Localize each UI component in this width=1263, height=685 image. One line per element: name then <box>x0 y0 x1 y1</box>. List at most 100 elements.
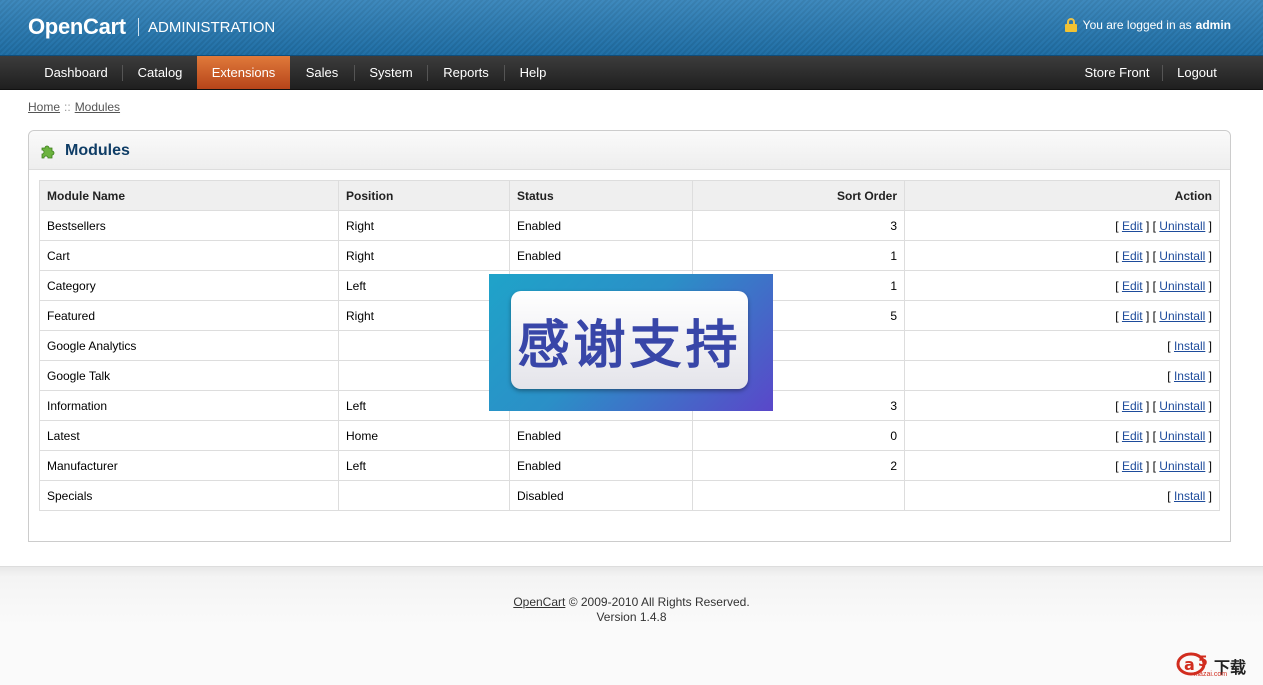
cell-action: [ Edit ] [ Uninstall ] <box>904 210 1220 241</box>
cell-sort-order: 0 <box>692 420 905 451</box>
edit-link[interactable]: Edit <box>1122 279 1143 293</box>
cell-position: Left <box>338 450 510 481</box>
admin-subtitle: ADMINISTRATION <box>148 19 276 36</box>
cell-position: Right <box>338 300 510 331</box>
uninstall-link[interactable]: Uninstall <box>1159 219 1205 233</box>
menu-logout[interactable]: Logout <box>1163 56 1231 89</box>
table-row: Manufacturer Left Enabled 2[ Edit ] [ Unins… <box>39 450 1220 481</box>
cell-module-name: Google Talk <box>39 360 339 391</box>
table-header-row: Module Name Position Status Sort Order A… <box>39 180 1220 211</box>
opencart-logo[interactable]: OpenCart <box>28 14 126 40</box>
cell-status: Enabled <box>509 240 693 271</box>
footer-version: Version 1.4.8 <box>596 610 667 624</box>
install-link[interactable]: Install <box>1174 489 1205 503</box>
footer-opencart-link[interactable]: OpenCart <box>513 595 565 609</box>
cell-module-name: Bestsellers <box>39 210 339 241</box>
cell-module-name: Google Analytics <box>39 330 339 361</box>
cell-action: [ Edit ] [ Uninstall ] <box>904 450 1220 481</box>
box-heading: Modules <box>29 131 1230 170</box>
uninstall-link[interactable]: Uninstall <box>1159 279 1205 293</box>
table-row: Latest Home Enabled 0[ Edit ] [ Uninstall ] <box>39 420 1220 451</box>
table-row: Specials Disabled [ Install ] <box>39 480 1220 511</box>
cell-sort-order: 2 <box>692 450 905 481</box>
cell-status: Enabled <box>509 450 693 481</box>
edit-link[interactable]: Edit <box>1122 249 1143 263</box>
menu-help[interactable]: Help <box>505 56 561 89</box>
cell-position <box>338 360 510 391</box>
table-row: Cart Right Enabled 1[ Edit ] [ Uninstall ] <box>39 240 1220 271</box>
cell-position: Right <box>338 210 510 241</box>
column-status[interactable]: Status <box>509 180 693 211</box>
cell-module-name: Information <box>39 390 339 421</box>
logo-divider <box>138 18 139 36</box>
cell-position <box>338 330 510 361</box>
cell-action: [ Install ] <box>904 360 1220 391</box>
cell-module-name: Category <box>39 270 339 301</box>
cell-module-name: Specials <box>39 480 339 511</box>
column-action: Action <box>904 180 1220 211</box>
edit-link[interactable]: Edit <box>1122 399 1143 413</box>
cell-position: Right <box>338 240 510 271</box>
login-prefix: You are logged in as <box>1082 18 1192 32</box>
footer-copyright: OpenCart © 2009-2010 All Rights Reserved… <box>0 595 1263 609</box>
breadcrumb: Home:: Modules <box>28 100 120 114</box>
cell-module-name: Manufacturer <box>39 450 339 481</box>
uninstall-link[interactable]: Uninstall <box>1159 429 1205 443</box>
menu-extensions[interactable]: Extensions <box>197 56 290 89</box>
breadcrumb-modules[interactable]: Modules <box>75 100 120 114</box>
install-link[interactable]: Install <box>1174 369 1205 383</box>
a5-logo-subtext: xiazai.com <box>1194 671 1228 678</box>
install-link[interactable]: Install <box>1174 339 1205 353</box>
login-status: You are logged in as admin <box>1064 18 1231 32</box>
menu-system[interactable]: System <box>355 56 427 89</box>
cell-sort-order: 3 <box>692 210 905 241</box>
login-user: admin <box>1195 18 1231 32</box>
breadcrumb-home[interactable]: Home <box>28 100 60 114</box>
menu-reports[interactable]: Reports <box>428 56 504 89</box>
cell-position: Home <box>338 420 510 451</box>
uninstall-link[interactable]: Uninstall <box>1159 249 1205 263</box>
cell-module-name: Latest <box>39 420 339 451</box>
cell-action: [ Edit ] [ Uninstall ] <box>904 270 1220 301</box>
cell-module-name: Featured <box>39 300 339 331</box>
cell-action: [ Edit ] [ Uninstall ] <box>904 390 1220 421</box>
cell-action: [ Edit ] [ Uninstall ] <box>904 420 1220 451</box>
puzzle-piece-icon <box>41 145 55 159</box>
menu-sales[interactable]: Sales <box>290 56 354 89</box>
menu-store-front[interactable]: Store Front <box>1072 56 1162 89</box>
page-title: Modules <box>65 142 130 159</box>
cell-action: [ Install ] <box>904 330 1220 361</box>
menu-dashboard[interactable]: Dashboard <box>30 56 122 89</box>
uninstall-link[interactable]: Uninstall <box>1159 399 1205 413</box>
cell-status: Disabled <box>509 480 693 511</box>
column-module-name[interactable]: Module Name <box>39 180 339 211</box>
cell-status: Enabled <box>509 420 693 451</box>
cell-action: [ Edit ] [ Uninstall ] <box>904 300 1220 331</box>
thanks-overlay-text: 感谢支持 <box>511 291 748 389</box>
footer <box>0 566 1263 685</box>
cell-position: Left <box>338 270 510 301</box>
table-row: Bestsellers Right Enabled 3[ Edit ] [ Unins… <box>39 210 1220 241</box>
edit-link[interactable]: Edit <box>1122 429 1143 443</box>
lock-icon <box>1064 18 1077 32</box>
edit-link[interactable]: Edit <box>1122 309 1143 323</box>
footer-copyright-text: © 2009-2010 All Rights Reserved. <box>568 595 750 609</box>
edit-link[interactable]: Edit <box>1122 219 1143 233</box>
uninstall-link[interactable]: Uninstall <box>1159 459 1205 473</box>
edit-link[interactable]: Edit <box>1122 459 1143 473</box>
cell-sort-order: 1 <box>692 240 905 271</box>
menu-catalog[interactable]: Catalog <box>123 56 197 89</box>
cell-position: Left <box>338 390 510 421</box>
cell-status: Enabled <box>509 210 693 241</box>
cell-module-name: Cart <box>39 240 339 271</box>
column-position[interactable]: Position <box>338 180 510 211</box>
thanks-overlay-banner: 感谢支持 <box>489 274 773 411</box>
column-sort-order[interactable]: Sort Order <box>692 180 905 211</box>
cell-action: [ Install ] <box>904 480 1220 511</box>
cell-sort-order <box>692 480 905 511</box>
uninstall-link[interactable]: Uninstall <box>1159 309 1205 323</box>
cell-position <box>338 480 510 511</box>
cell-action: [ Edit ] [ Uninstall ] <box>904 240 1220 271</box>
header: OpenCart ADMINISTRATION You are logged i… <box>0 0 1263 56</box>
a5-watermark-logo: a 5 下载 xiazai.com <box>1176 650 1256 680</box>
